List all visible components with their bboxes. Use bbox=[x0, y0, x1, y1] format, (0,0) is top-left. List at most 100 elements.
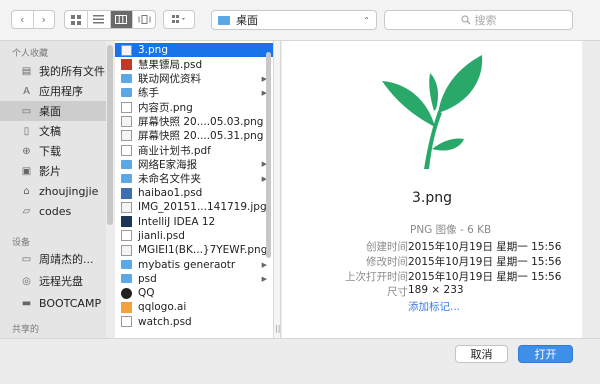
preview-pane: 3.png PNG 图像 - 6 KB 创建时间 2015年10月19日 星期一… bbox=[282, 41, 582, 338]
file-name: 屏幕快照 20....05.03.png bbox=[138, 116, 264, 128]
file-name: MGIEI1(BK...}7YEWF.png bbox=[138, 244, 268, 257]
file-icon bbox=[121, 58, 132, 70]
sidebar-item-codes[interactable]: ▱ codes bbox=[0, 201, 106, 221]
chevron-left-icon: ‹ bbox=[20, 13, 25, 26]
file-list-item[interactable]: qqlogo.ai bbox=[115, 300, 273, 314]
sidebar-item-home[interactable]: ⌂ zhoujingjie bbox=[0, 181, 106, 201]
file-list-item[interactable]: watch.psd bbox=[115, 315, 273, 329]
sidebar-item-bootcamp[interactable]: ▬ BOOTCAMP bbox=[0, 293, 106, 313]
remote-disc-icon: ◎ bbox=[22, 275, 31, 287]
meta-last-opened: 上次打开时间 2015年10月19日 星期一 15:56 bbox=[282, 269, 582, 283]
column-view-button[interactable] bbox=[110, 11, 134, 28]
file-list-item[interactable]: MGIEI1(BK...}7YEWF.png bbox=[115, 243, 273, 257]
folder-icon bbox=[218, 15, 230, 25]
sidebar-item-label: 应用程序 bbox=[39, 85, 83, 98]
meta-key: 上次打开时间 bbox=[345, 271, 408, 283]
file-name: psd bbox=[138, 272, 157, 285]
sidebar-item-computer[interactable]: ▭ 周靖杰的... bbox=[0, 249, 106, 269]
column-resize-handle[interactable]: || bbox=[273, 41, 281, 338]
file-list-item[interactable]: IntelliJ IDEA 12 bbox=[115, 215, 273, 229]
column-view-icon bbox=[115, 15, 128, 24]
file-icon bbox=[121, 130, 132, 142]
folder-icon bbox=[121, 274, 132, 284]
meta-value: 189 × 233 bbox=[408, 284, 464, 296]
meta-key: 创建时间 bbox=[366, 241, 408, 253]
file-list-item[interactable]: 商业计划书.pdf bbox=[115, 143, 273, 157]
arrange-button[interactable] bbox=[163, 10, 195, 29]
file-icon bbox=[121, 201, 132, 213]
file-list-column: 3.png 慧果镖局.psd 联动网优资料 ▶ 练手 ▶ 内容页.png 屏幕快照 20...… bbox=[115, 41, 273, 338]
file-list-item[interactable]: 练手 ▶ bbox=[115, 86, 273, 100]
file-icon bbox=[121, 244, 132, 256]
meta-value: 2015年10月19日 星期一 15:56 bbox=[408, 271, 562, 283]
sidebar-scrollbar[interactable] bbox=[107, 45, 113, 225]
sidebar-item-all-files[interactable]: ▤ 我的所有文件 bbox=[0, 61, 106, 81]
file-list-item[interactable]: 3.png bbox=[115, 43, 273, 57]
nav-buttons: ‹ › bbox=[11, 10, 55, 29]
sidebar-item-remote-disc[interactable]: ◎ 远程光盘 bbox=[0, 271, 106, 291]
file-list-item[interactable]: 网络E家海报 ▶ bbox=[115, 157, 273, 171]
file-name: mybatis generaotr bbox=[138, 258, 236, 271]
sidebar-item-label: 我的所有文件 bbox=[39, 65, 105, 78]
file-list-item[interactable]: 慧果镖局.psd bbox=[115, 57, 273, 71]
sidebar-item-documents[interactable]: ▯ 文稿 bbox=[0, 121, 106, 141]
search-field[interactable]: 搜索 bbox=[384, 10, 573, 30]
movies-icon: ▣ bbox=[21, 165, 32, 177]
downloads-icon: ⊕ bbox=[22, 145, 31, 157]
file-list-item[interactable]: 联动网优资料 ▶ bbox=[115, 72, 273, 86]
desktop-icon: ▭ bbox=[21, 105, 32, 117]
file-icon bbox=[121, 316, 132, 328]
file-list-item[interactable]: IMG_20151...141719.jpg bbox=[115, 200, 273, 214]
file-icon bbox=[121, 216, 132, 228]
file-name: 练手 bbox=[138, 87, 159, 100]
cover-flow-view-button[interactable] bbox=[133, 11, 155, 28]
sidebar-item-label: 文稿 bbox=[39, 125, 61, 138]
disclosure-arrow-icon: ▶ bbox=[261, 260, 267, 269]
file-name: 商业计划书.pdf bbox=[138, 144, 211, 157]
plant-leaf-image bbox=[382, 55, 483, 169]
file-list-scrollbar[interactable] bbox=[266, 52, 271, 258]
file-list-item[interactable]: QQ bbox=[115, 286, 273, 300]
location-popup[interactable]: 桌面 ⌃ bbox=[211, 10, 377, 30]
folder-icon bbox=[121, 88, 132, 98]
list-view-icon bbox=[93, 15, 105, 24]
file-list-item[interactable]: mybatis generaotr ▶ bbox=[115, 258, 273, 272]
forward-button[interactable]: › bbox=[34, 11, 55, 28]
preview-filename: 3.png bbox=[411, 190, 452, 206]
file-name: haibao1.psd bbox=[138, 187, 203, 199]
file-name: 屏幕快照 20....05.31.png bbox=[138, 130, 264, 143]
file-list-item[interactable]: 未命名文件夹 ▶ bbox=[115, 172, 273, 186]
documents-icon: ▯ bbox=[23, 125, 30, 137]
file-list-item[interactable]: haibao1.psd bbox=[115, 186, 273, 200]
meta-value: 2015年10月19日 星期一 15:56 bbox=[408, 241, 562, 253]
file-name: 慧果镖局.psd bbox=[138, 58, 203, 71]
file-list-item[interactable]: jianli.psd bbox=[115, 229, 273, 243]
file-list-item[interactable]: 屏幕快照 20....05.03.png bbox=[115, 115, 273, 129]
file-icon bbox=[121, 101, 132, 113]
toolbar: ‹ › 桌面 ⌃ 搜索 bbox=[0, 0, 600, 41]
applications-icon: A bbox=[23, 85, 30, 97]
list-view-button[interactable] bbox=[88, 11, 111, 28]
shared-header: 共享的 bbox=[12, 325, 40, 335]
meta-value: 2015年10月19日 星期一 15:56 bbox=[408, 256, 562, 268]
file-icon bbox=[121, 116, 132, 127]
file-list-item[interactable]: 屏幕快照 20....05.31.png bbox=[115, 129, 273, 143]
back-button[interactable]: ‹ bbox=[12, 11, 34, 28]
file-list-item[interactable]: psd ▶ bbox=[115, 272, 273, 286]
sidebar-item-movies[interactable]: ▣ 影片 bbox=[0, 161, 106, 181]
icon-view-button[interactable] bbox=[65, 11, 88, 28]
file-list-item[interactable]: 内容页.png bbox=[115, 100, 273, 114]
file-icon bbox=[121, 287, 132, 299]
file-icon bbox=[121, 187, 132, 199]
bottom-bar: 取消 打开 bbox=[0, 338, 600, 384]
sidebar-item-desktop[interactable]: ▭ 桌面 bbox=[0, 101, 106, 121]
sidebar-item-applications[interactable]: A 应用程序 bbox=[0, 81, 106, 101]
cancel-button[interactable]: 取消 bbox=[455, 345, 508, 363]
open-button[interactable]: 打开 bbox=[518, 345, 573, 363]
sidebar-item-downloads[interactable]: ⊕ 下载 bbox=[0, 141, 106, 161]
folder-icon: ▱ bbox=[22, 205, 31, 217]
search-icon bbox=[460, 15, 470, 25]
cover-flow-icon bbox=[138, 15, 151, 24]
add-tags-link[interactable]: 添加标记... bbox=[408, 299, 460, 314]
file-name: 3.png bbox=[138, 44, 169, 56]
